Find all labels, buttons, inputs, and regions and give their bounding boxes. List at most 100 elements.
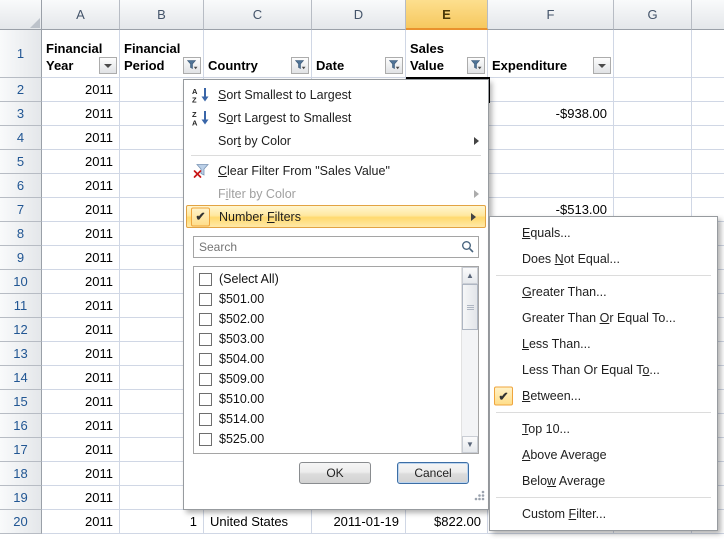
checkbox[interactable] (199, 313, 212, 326)
scroll-thumb[interactable] (462, 284, 478, 330)
cell-H6[interactable] (692, 174, 724, 198)
cell-A7[interactable]: 2011 (42, 198, 120, 222)
cell-H1[interactable] (692, 30, 724, 78)
cell-A12[interactable]: 2011 (42, 318, 120, 342)
filter-list-item[interactable]: $525.00 (194, 429, 461, 449)
column-header-F[interactable]: F (488, 0, 614, 30)
checkbox[interactable] (199, 333, 212, 346)
column-header-G[interactable]: G (614, 0, 692, 30)
column-header-D[interactable]: D (312, 0, 406, 30)
cell-A1[interactable]: FinancialYear (42, 30, 120, 78)
checkbox[interactable] (199, 433, 212, 446)
submenu-item-does-not-equal[interactable]: Does Not Equal... (490, 246, 717, 272)
cell-A10[interactable]: 2011 (42, 270, 120, 294)
filter-button-E[interactable] (467, 57, 485, 74)
filter-list-item[interactable]: $514.00 (194, 409, 461, 429)
cell-D20[interactable]: 2011-01-19 (312, 510, 406, 534)
cell-A13[interactable]: 2011 (42, 342, 120, 366)
checkbox[interactable] (199, 393, 212, 406)
submenu-item-equals[interactable]: Equals... (490, 220, 717, 246)
cell-G6[interactable] (614, 174, 692, 198)
row-header-8[interactable]: 8 (0, 222, 42, 246)
row-header-9[interactable]: 9 (0, 246, 42, 270)
cell-H3[interactable] (692, 102, 724, 126)
scrollbar[interactable]: ▲ ▼ (461, 267, 478, 453)
submenu-item-custom-filter[interactable]: Custom Filter... (490, 501, 717, 527)
cell-D1[interactable]: Date (312, 30, 406, 78)
row-header-19[interactable]: 19 (0, 486, 42, 510)
cell-E1[interactable]: SalesValue (406, 30, 488, 78)
cell-G1[interactable] (614, 30, 692, 78)
cell-A6[interactable]: 2011 (42, 174, 120, 198)
submenu-item-between[interactable]: ✔Between... (490, 383, 717, 409)
row-header-14[interactable]: 14 (0, 366, 42, 390)
column-header-C[interactable]: C (204, 0, 312, 30)
scroll-down-button[interactable]: ▼ (462, 436, 478, 453)
cell-F1[interactable]: Expenditure (488, 30, 614, 78)
row-header-5[interactable]: 5 (0, 150, 42, 174)
row-header-7[interactable]: 7 (0, 198, 42, 222)
menu-item-number-filters[interactable]: ✔Number Filters (186, 205, 486, 228)
row-header-1[interactable]: 1 (0, 30, 42, 78)
filter-list-item[interactable]: $510.00 (194, 389, 461, 409)
menu-item-sort-by-color[interactable]: Sort by Color (184, 129, 488, 152)
cell-G3[interactable] (614, 102, 692, 126)
cell-E20[interactable]: $822.00 (406, 510, 488, 534)
ok-button[interactable]: OK (299, 462, 371, 484)
filter-button-D[interactable] (385, 57, 403, 74)
row-header-2[interactable]: 2 (0, 78, 42, 102)
cell-H5[interactable] (692, 150, 724, 174)
cell-F3[interactable]: -$938.00 (488, 102, 614, 126)
row-header-10[interactable]: 10 (0, 270, 42, 294)
checkbox[interactable] (199, 413, 212, 426)
cell-C20[interactable]: United States (204, 510, 312, 534)
row-header-3[interactable]: 3 (0, 102, 42, 126)
menu-item-sort-smallest-to-largest[interactable]: AZSort Smallest to Largest (184, 83, 488, 106)
search-input[interactable] (193, 236, 479, 258)
cell-A3[interactable]: 2011 (42, 102, 120, 126)
column-header-A[interactable]: A (42, 0, 120, 30)
row-header-18[interactable]: 18 (0, 462, 42, 486)
filter-button-B[interactable] (183, 57, 201, 74)
cell-F2[interactable] (488, 78, 614, 102)
row-header-11[interactable]: 11 (0, 294, 42, 318)
row-header-13[interactable]: 13 (0, 342, 42, 366)
cell-H2[interactable] (692, 78, 724, 102)
cell-B1[interactable]: FinancialPeriod (120, 30, 204, 78)
cell-A20[interactable]: 2011 (42, 510, 120, 534)
filter-list-item[interactable]: $503.00 (194, 329, 461, 349)
column-header-E[interactable]: E (406, 0, 488, 30)
filter-list-item[interactable]: $502.00 (194, 309, 461, 329)
cell-A11[interactable]: 2011 (42, 294, 120, 318)
cell-A4[interactable]: 2011 (42, 126, 120, 150)
filter-list-item[interactable]: (Select All) (194, 269, 461, 289)
cancel-button[interactable]: Cancel (397, 462, 469, 484)
cell-A14[interactable]: 2011 (42, 366, 120, 390)
cell-A5[interactable]: 2011 (42, 150, 120, 174)
resize-grip-icon[interactable] (473, 489, 486, 507)
scroll-up-button[interactable]: ▲ (462, 267, 478, 284)
column-header-partial[interactable] (692, 0, 724, 30)
row-header-16[interactable]: 16 (0, 414, 42, 438)
cell-A2[interactable]: 2011 (42, 78, 120, 102)
checkbox[interactable] (199, 273, 212, 286)
row-header-15[interactable]: 15 (0, 390, 42, 414)
cell-A16[interactable]: 2011 (42, 414, 120, 438)
menu-item-sort-largest-to-smallest[interactable]: ZASort Largest to Smallest (184, 106, 488, 129)
cell-F4[interactable] (488, 126, 614, 150)
submenu-item-above-average[interactable]: Above Average (490, 442, 717, 468)
submenu-item-greater-than[interactable]: Greater Than... (490, 279, 717, 305)
cell-A8[interactable]: 2011 (42, 222, 120, 246)
cell-B20[interactable]: 1 (120, 510, 204, 534)
filter-list-item[interactable]: $509.00 (194, 369, 461, 389)
cell-A15[interactable]: 2011 (42, 390, 120, 414)
filter-button-F[interactable] (593, 57, 611, 74)
submenu-item-below-average[interactable]: Below Average (490, 468, 717, 494)
submenu-item-greater-than-or-equal-to[interactable]: Greater Than Or Equal To... (490, 305, 717, 331)
checkbox[interactable] (199, 373, 212, 386)
column-header-B[interactable]: B (120, 0, 204, 30)
row-header-6[interactable]: 6 (0, 174, 42, 198)
cell-A17[interactable]: 2011 (42, 438, 120, 462)
cell-G5[interactable] (614, 150, 692, 174)
row-header-4[interactable]: 4 (0, 126, 42, 150)
